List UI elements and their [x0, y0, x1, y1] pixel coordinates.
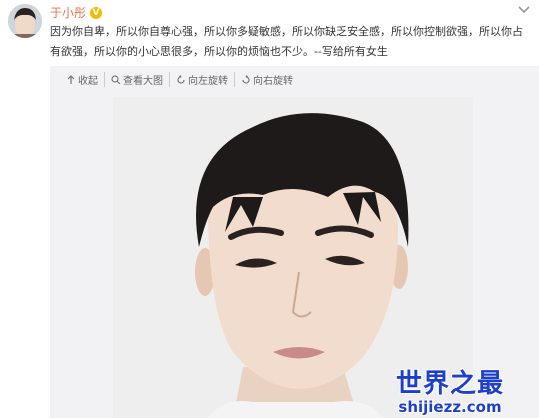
view-large-label: 查看大图: [123, 76, 163, 87]
media-toolbar: 收起 查看大图 向左旋转 向右旋转: [60, 72, 299, 87]
watermark-title: 世界之最: [395, 369, 504, 399]
rotate-right-label: 向右旋转: [253, 76, 293, 87]
site-watermark: 世界之最 shijiezz.com: [360, 298, 539, 418]
user-avatar[interactable]: [8, 4, 42, 38]
view-large-button[interactable]: 查看大图: [104, 72, 169, 87]
collapse-button[interactable]: 收起: [60, 72, 104, 87]
rotate-left-label: 向左旋转: [188, 76, 228, 87]
zoom-icon: [111, 74, 121, 84]
username-text[interactable]: 于小彤: [50, 4, 86, 21]
watermark-url: shijiezz.com: [398, 398, 502, 416]
rotate-right-button[interactable]: 向右旋转: [234, 72, 299, 87]
rotate-left-icon: [177, 74, 185, 84]
collapse-icon: [67, 74, 75, 84]
rotate-left-button[interactable]: 向左旋转: [169, 72, 234, 87]
rotate-right-icon: [242, 74, 250, 84]
post-text: 因为你自卑，所以你自尊心强，所以你多疑敏感，所以你缺乏安全感，所以你控制欲强，所…: [50, 25, 523, 58]
verified-badge-icon: V: [90, 6, 103, 19]
chevron-down-icon[interactable]: [517, 4, 531, 14]
collapse-label: 收起: [78, 76, 98, 87]
post-author[interactable]: 于小彤 V: [50, 4, 103, 21]
